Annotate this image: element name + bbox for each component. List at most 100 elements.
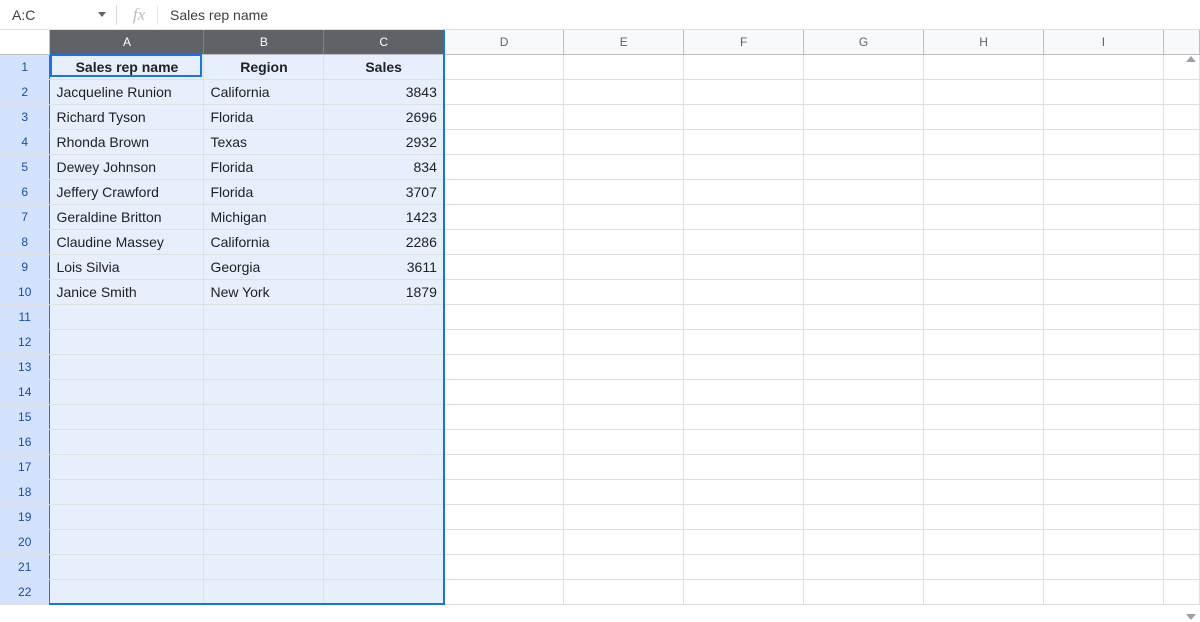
row-header-19[interactable]: 19 [0,504,50,529]
cell-B19[interactable] [204,504,324,529]
cell-E2[interactable] [564,79,684,104]
cell-I2[interactable] [1043,79,1163,104]
cell-F6[interactable] [684,179,804,204]
cell-G20[interactable] [804,529,924,554]
cell-G1[interactable] [804,54,924,79]
column-header-A[interactable]: A [50,30,204,54]
row-header-22[interactable]: 22 [0,579,50,604]
row-header-11[interactable]: 11 [0,304,50,329]
column-header-I[interactable]: I [1043,30,1163,54]
cell-A15[interactable] [50,404,204,429]
cell-D17[interactable] [444,454,564,479]
row-header-18[interactable]: 18 [0,479,50,504]
cell-B18[interactable] [204,479,324,504]
cell-H21[interactable] [924,554,1044,579]
cell-B7[interactable]: Michigan [204,204,324,229]
cell-E6[interactable] [564,179,684,204]
cell-D21[interactable] [444,554,564,579]
cell-B21[interactable] [204,554,324,579]
formula-input[interactable] [168,6,1200,24]
row-header-16[interactable]: 16 [0,429,50,454]
cell-D3[interactable] [444,104,564,129]
column-header-G[interactable]: G [804,30,924,54]
cell-I21[interactable] [1043,554,1163,579]
cell-A12[interactable] [50,329,204,354]
cell-F5[interactable] [684,154,804,179]
cell-F21[interactable] [684,554,804,579]
cell-C11[interactable] [324,304,444,329]
cell-A17[interactable] [50,454,204,479]
cell-B16[interactable] [204,429,324,454]
cell-C16[interactable] [324,429,444,454]
cell-B15[interactable] [204,404,324,429]
cell-H9[interactable] [924,254,1044,279]
name-box[interactable] [10,6,80,24]
cell-G19[interactable] [804,504,924,529]
cell-E15[interactable] [564,404,684,429]
cell-G22[interactable] [804,579,924,604]
cell-I3[interactable] [1043,104,1163,129]
column-header-H[interactable]: H [924,30,1044,54]
cell-I16[interactable] [1043,429,1163,454]
cell-H20[interactable] [924,529,1044,554]
cell-F2[interactable] [684,79,804,104]
cell-C9[interactable]: 3611 [324,254,444,279]
cell-G18[interactable] [804,479,924,504]
cell-F19[interactable] [684,504,804,529]
cell-D16[interactable] [444,429,564,454]
cell-A11[interactable] [50,304,204,329]
cell-E11[interactable] [564,304,684,329]
cell-E1[interactable] [564,54,684,79]
cell-D1[interactable] [444,54,564,79]
row-header-2[interactable]: 2 [0,79,50,104]
row-header-17[interactable]: 17 [0,454,50,479]
cell-G10[interactable] [804,279,924,304]
cell-D4[interactable] [444,129,564,154]
cell-D12[interactable] [444,329,564,354]
cell-B5[interactable]: Florida [204,154,324,179]
cell-C5[interactable]: 834 [324,154,444,179]
cell-F11[interactable] [684,304,804,329]
cell-E21[interactable] [564,554,684,579]
cell-A13[interactable] [50,354,204,379]
cell-H14[interactable] [924,379,1044,404]
cell-D5[interactable] [444,154,564,179]
cell-E16[interactable] [564,429,684,454]
cell-I14[interactable] [1043,379,1163,404]
cell-B10[interactable]: New York [204,279,324,304]
cell-D11[interactable] [444,304,564,329]
cell-H19[interactable] [924,504,1044,529]
row-header-9[interactable]: 9 [0,254,50,279]
cell-C10[interactable]: 1879 [324,279,444,304]
cell-C7[interactable]: 1423 [324,204,444,229]
cell-I9[interactable] [1043,254,1163,279]
cell-H2[interactable] [924,79,1044,104]
cell-E5[interactable] [564,154,684,179]
cell-D19[interactable] [444,504,564,529]
cell-D18[interactable] [444,479,564,504]
cell-B2[interactable]: California [204,79,324,104]
cell-D6[interactable] [444,179,564,204]
cell-A21[interactable] [50,554,204,579]
cell-A6[interactable]: Jeffery Crawford [50,179,204,204]
cell-A3[interactable]: Richard Tyson [50,104,204,129]
chevron-down-icon[interactable] [98,12,106,17]
cell-H4[interactable] [924,129,1044,154]
cell-E13[interactable] [564,354,684,379]
cell-F1[interactable] [684,54,804,79]
cell-F22[interactable] [684,579,804,604]
cell-A19[interactable] [50,504,204,529]
cell-E18[interactable] [564,479,684,504]
cell-H12[interactable] [924,329,1044,354]
row-header-1[interactable]: 1 [0,54,50,79]
row-header-13[interactable]: 13 [0,354,50,379]
cell-B4[interactable]: Texas [204,129,324,154]
cell-H7[interactable] [924,204,1044,229]
cell-I6[interactable] [1043,179,1163,204]
cell-G7[interactable] [804,204,924,229]
cell-D13[interactable] [444,354,564,379]
cell-A8[interactable]: Claudine Massey [50,229,204,254]
cell-F15[interactable] [684,404,804,429]
row-header-4[interactable]: 4 [0,129,50,154]
row-header-5[interactable]: 5 [0,154,50,179]
